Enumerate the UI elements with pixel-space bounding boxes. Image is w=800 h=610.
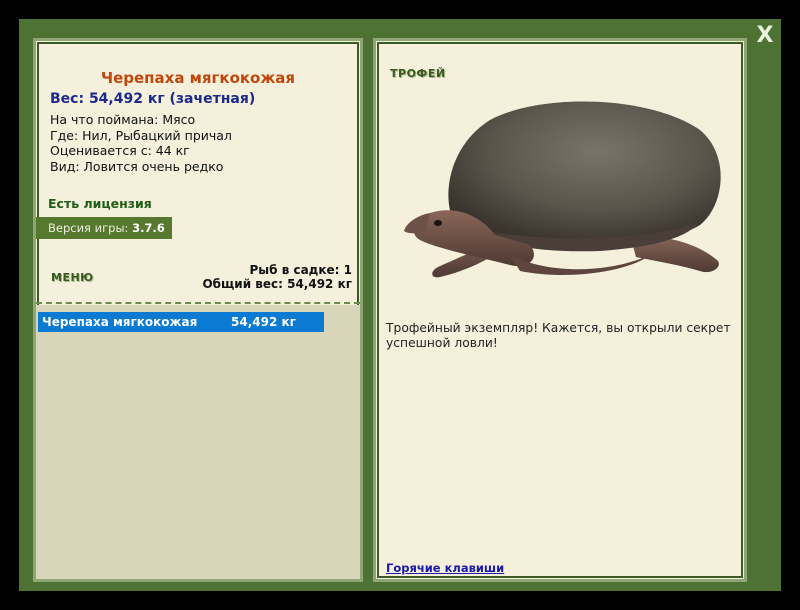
catch-list-item[interactable]: Черепаха мягкокожая 54,492 кг	[38, 312, 324, 332]
detail-location: Где: Нил, Рыбацкий причал	[50, 127, 232, 143]
version-bar: Версия игры: 3.7.6	[36, 217, 172, 239]
cage-total-weight: Общий вес: 54,492 кг	[202, 277, 352, 291]
trophy-panel: ТРОФЕЙ Трофейный экземпляр! Кажется, вы …	[373, 38, 747, 582]
catch-list: Черепаха мягкокожая 54,492 кг	[36, 305, 360, 579]
version-label: Версия игры:	[48, 221, 129, 235]
trophy-description: Трофейный экземпляр! Кажется, вы открыли…	[386, 321, 731, 350]
trophy-logo: ТРОФЕЙ	[390, 67, 446, 80]
fish-weight: Вес: 54,492 кг (зачетная)	[50, 91, 256, 107]
softshell-turtle-image	[404, 101, 721, 278]
close-button[interactable]: X	[753, 24, 777, 48]
fish-details: На что поймана: Мясо Где: Нил, Рыбацкий …	[50, 112, 232, 174]
hotkeys-link[interactable]: Горячие клавиши	[386, 561, 504, 575]
divider	[36, 302, 360, 304]
license-status: Есть лицензия	[48, 196, 152, 211]
fish-info-panel: Черепаха мягкокожая Вес: 54,492 кг (заче…	[33, 38, 363, 582]
detail-min-weight: Оценивается с: 44 кг	[50, 143, 190, 158]
cage-count: Рыб в садке: 1	[249, 263, 353, 277]
catch-item-weight: 54,492 кг	[231, 315, 296, 329]
detail-bait: На что поймана: Мясо	[50, 112, 196, 127]
menu-button[interactable]: МЕНЮ	[51, 271, 94, 284]
fish-title: Черепаха мягкокожая	[100, 69, 296, 87]
cage-info: Рыб в садке: 1 Общий вес: 54,492 кг	[202, 263, 352, 291]
catch-item-name: Черепаха мягкокожая	[42, 315, 198, 329]
detail-rarity: Вид: Ловится очень редко	[50, 158, 224, 174]
version-value: 3.7.6	[132, 221, 165, 235]
